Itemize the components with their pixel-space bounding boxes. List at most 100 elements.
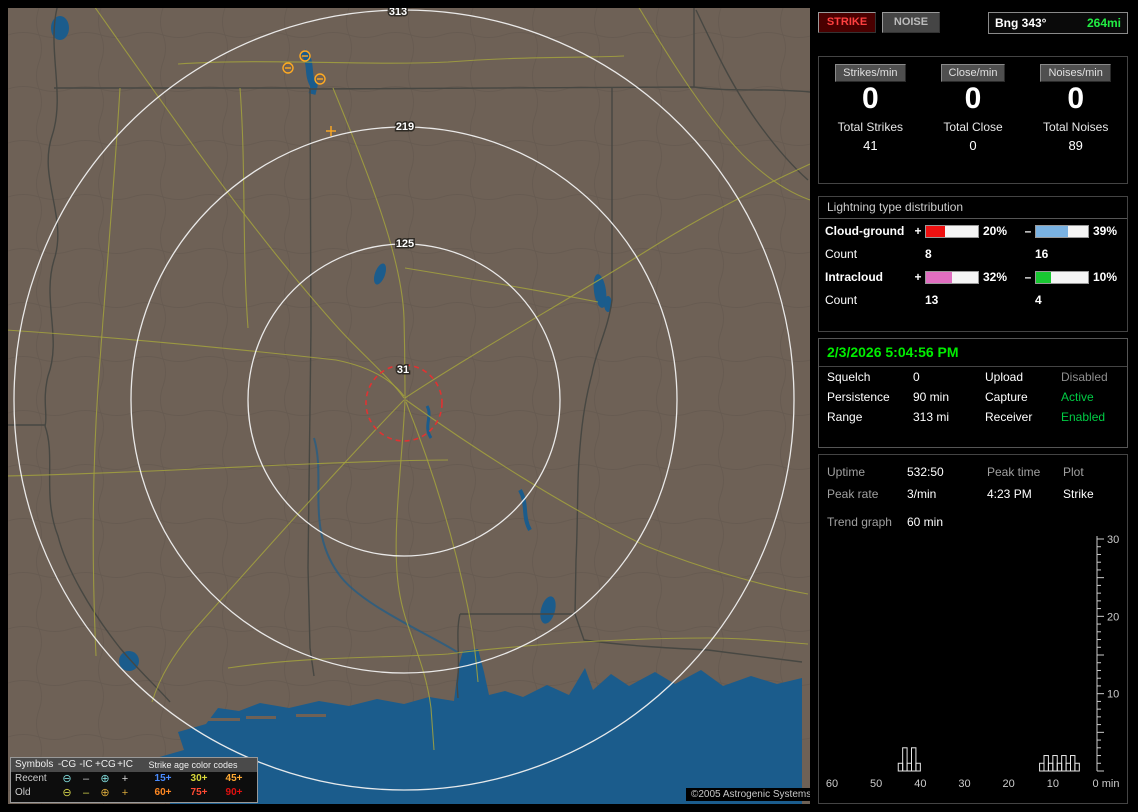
cg-plus-pct: 20% — [983, 224, 1008, 238]
plot-value: Strike — [1063, 487, 1094, 501]
barrier-island — [296, 714, 326, 717]
cloud-ground-row: Cloud-ground + 20% – 39% — [819, 219, 1127, 243]
age-code: 90+ — [225, 787, 243, 798]
uptime-value: 532:50 — [907, 465, 944, 479]
ring-label-31: 31 — [397, 364, 409, 376]
legend-row-label: Old — [15, 787, 31, 798]
cloud-ground-label: Cloud-ground — [825, 224, 905, 238]
total-strikes-value: 41 — [863, 138, 878, 153]
cg-plus-bar — [925, 224, 979, 238]
legend-header: Symbols -CG -IC +CG +IC Strike age color… — [11, 758, 257, 772]
noises-per-min-label: Noises/min — [1040, 64, 1111, 82]
persistence-label: Persistence — [827, 390, 890, 404]
peak-rate-label: Peak rate — [827, 487, 879, 501]
trend-bar — [915, 762, 921, 772]
legend-row-label: Recent — [15, 773, 47, 784]
total-strikes-label: Total Strikes — [837, 120, 904, 134]
receiver-label: Receiver — [985, 410, 1033, 424]
trend-graph-value: 60 min — [907, 515, 944, 529]
distribution-panel: Lightning type distribution Cloud-ground… — [818, 196, 1128, 332]
count-label: Count — [825, 247, 858, 261]
bearing-label: Bng 343° — [995, 16, 1047, 30]
map-view[interactable]: 313 219 125 31 Symbols -CG -IC +CG +IC S… — [8, 8, 810, 804]
status-row: Persistence 90 min Capture Active — [819, 387, 1127, 407]
noises-counter: Noises/min 0 Total Noises 89 — [1024, 57, 1127, 183]
stats-panel: Uptime 532:50 Peak time Plot Peak rate 3… — [818, 454, 1128, 804]
ic-minus-count: 4 — [1035, 293, 1042, 307]
distribution-title: Lightning type distribution — [819, 197, 1127, 219]
ic-plus-pct: 32% — [983, 270, 1008, 284]
uptime-label: Uptime — [827, 465, 866, 479]
close-counter: Close/min 0 Total Close 0 — [922, 57, 1025, 183]
minus-icon: – — [82, 787, 90, 799]
legend-col--cg: -CG — [57, 759, 77, 770]
app-window: 313 219 125 31 Symbols -CG -IC +CG +IC S… — [0, 0, 1138, 812]
lake — [119, 651, 139, 671]
plus-sign: + — [914, 224, 922, 238]
trend-bar — [1074, 762, 1080, 772]
circle-minus-icon: ⊖ — [62, 787, 72, 799]
intracloud-row: Intracloud + 32% – 10% — [819, 265, 1127, 289]
cg-minus-bar — [1035, 224, 1089, 238]
sidebar: STRIKE NOISE Bng 343° 264mi Strikes/min … — [818, 0, 1130, 812]
close-per-min-value: 0 — [964, 82, 982, 115]
age-code: 15+ — [154, 773, 172, 784]
x-tick-label: 30 — [958, 778, 970, 790]
plus-sign: + — [914, 270, 922, 284]
range-label: Range — [827, 410, 863, 424]
status-row: Squelch 0 Upload Disabled — [819, 367, 1127, 387]
peak-rate-value: 3/min — [907, 487, 937, 501]
minus-sign: – — [1024, 224, 1032, 238]
trend-bar — [1070, 755, 1076, 772]
datetime-display: 2/3/2026 5:04:56 PM — [819, 339, 1127, 367]
status-panel: 2/3/2026 5:04:56 PM Squelch 0 Upload Dis… — [818, 338, 1128, 448]
stats-row: Uptime 532:50 Peak time Plot — [819, 461, 1127, 483]
x-tick-label: 20 — [1003, 778, 1015, 790]
copyright-label: ©2005 Astrogenic Systems — [686, 788, 810, 801]
ic-plus-count: 13 — [925, 293, 939, 307]
trend-bar — [1061, 755, 1067, 772]
range-value: 313 mi — [913, 410, 950, 424]
capture-label: Capture — [985, 390, 1028, 404]
age-code: 30+ — [190, 773, 208, 784]
circle-plus-icon: ⊕ — [100, 773, 110, 785]
x-tick-label: 60 — [826, 778, 838, 790]
upload-label: Upload — [985, 370, 1024, 384]
peak-time-value: 4:23 PM — [987, 487, 1032, 501]
plot-label: Plot — [1063, 465, 1084, 479]
legend-col--ic: -IC — [79, 759, 93, 770]
intracloud-count-row: Count 13 4 — [819, 289, 1127, 311]
count-label: Count — [825, 293, 858, 307]
trend-bar — [1056, 762, 1063, 772]
age-code: 60+ — [154, 787, 172, 798]
ic-minus-pct: 10% — [1093, 270, 1118, 284]
trend-bar — [1039, 762, 1045, 772]
ring-label-313: 313 — [389, 8, 407, 18]
trend-bar — [1052, 755, 1058, 772]
squelch-label: Squelch — [827, 370, 871, 384]
strikes-per-min-label: Strikes/min — [835, 64, 906, 82]
legend-col-+cg: +CG — [95, 759, 116, 770]
cg-plus-count: 8 — [925, 247, 932, 261]
trend-graph: 10 20 30 60 50 40 30 20 10 0 min — [821, 531, 1129, 803]
legend-col-+ic: +IC — [117, 759, 133, 770]
strike-button[interactable]: STRIKE — [818, 12, 876, 33]
plus-icon: + — [121, 787, 129, 799]
cg-minus-pct: 39% — [1093, 224, 1118, 238]
bearing-display: Bng 343° 264mi — [988, 12, 1128, 34]
barrier-island — [246, 716, 276, 719]
intracloud-label: Intracloud — [825, 270, 884, 284]
total-close-value: 0 — [969, 138, 977, 153]
circle-plus-icon: ⊕ — [100, 787, 110, 799]
trend-graph-label: Trend graph — [827, 515, 892, 529]
trend-bar — [911, 747, 917, 772]
trend-bar — [902, 747, 908, 772]
plus-icon: + — [121, 773, 129, 785]
ring-label-219: 219 — [396, 121, 414, 133]
peak-time-label: Peak time — [987, 465, 1041, 479]
x-tick-label: 0 min — [1093, 778, 1120, 790]
circle-minus-icon: ⊖ — [62, 773, 72, 785]
minus-sign: – — [1024, 270, 1032, 284]
noise-button[interactable]: NOISE — [882, 12, 940, 33]
total-noises-label: Total Noises — [1042, 120, 1109, 134]
